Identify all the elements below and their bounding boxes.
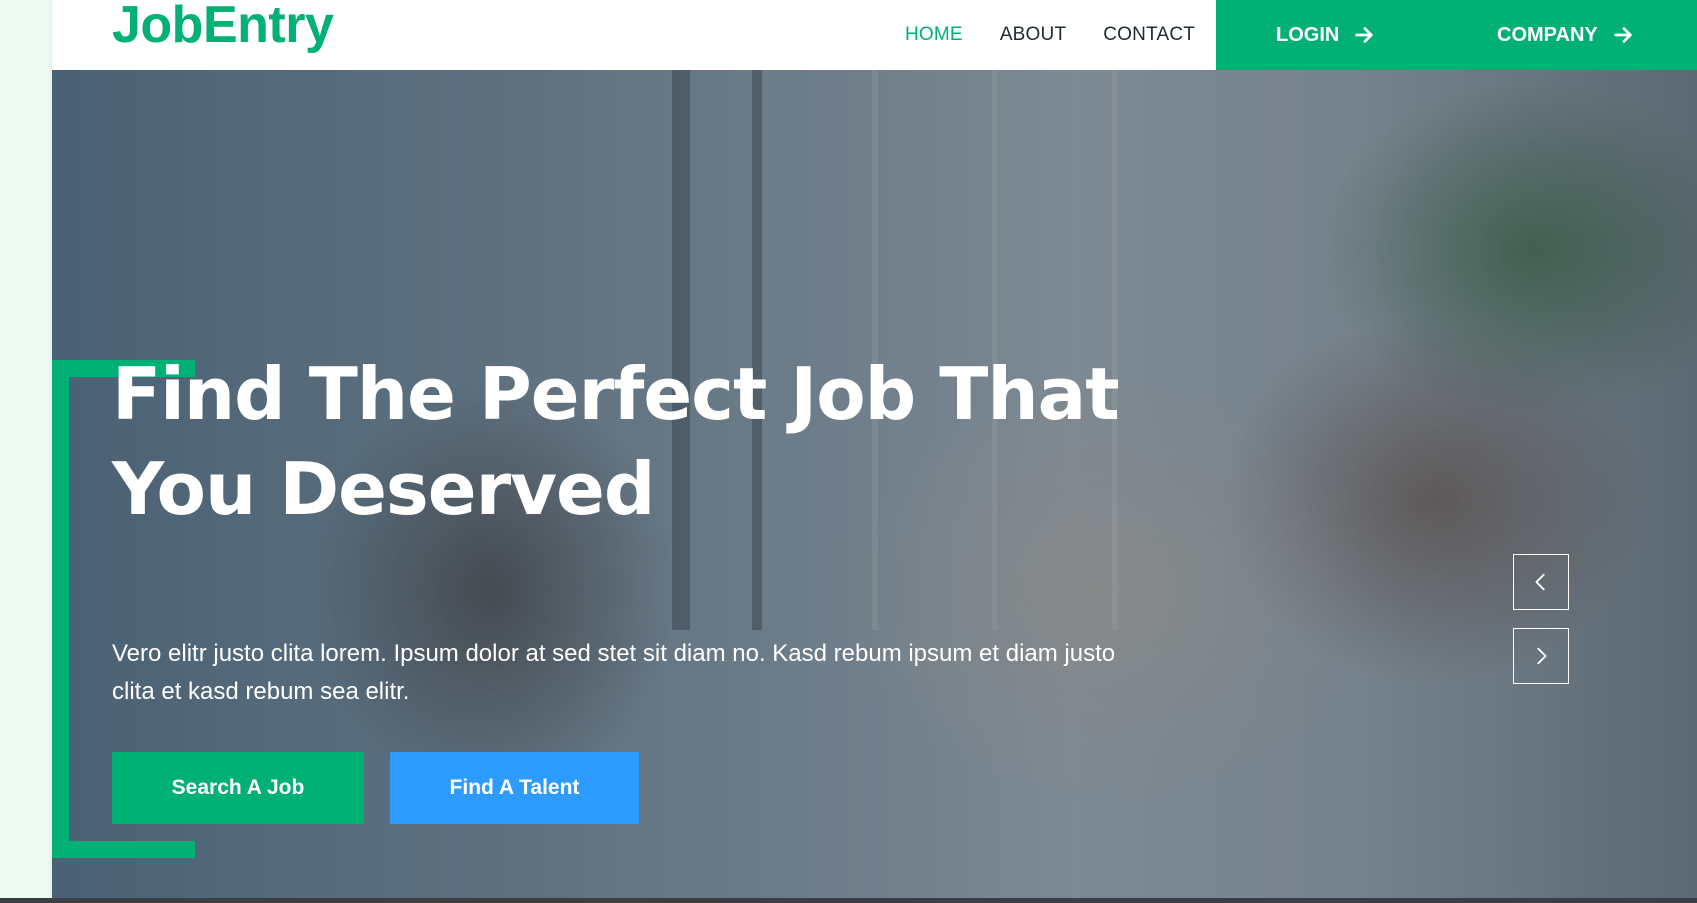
nav-link-about[interactable]: ABOUT bbox=[1000, 24, 1066, 46]
login-label: LOGIN bbox=[1276, 23, 1340, 46]
nav-link-home[interactable]: HOME bbox=[905, 24, 963, 46]
page: JobEntry HOME ABOUT CONTACT LOGIN COMPAN… bbox=[52, 0, 1697, 898]
hero-title-line2: You Deserved bbox=[112, 447, 655, 531]
carousel-prev-button[interactable] bbox=[1513, 554, 1569, 610]
carousel-next-button[interactable] bbox=[1513, 628, 1569, 684]
hero-description: Vero elitr justo clita lorem. Ipsum dolo… bbox=[112, 640, 1116, 705]
nav-links: HOME ABOUT CONTACT bbox=[905, 0, 1195, 70]
chevron-left-icon bbox=[1535, 573, 1545, 591]
nav-link-contact[interactable]: CONTACT bbox=[1103, 24, 1195, 46]
arrow-right-icon bbox=[1614, 27, 1632, 43]
hero-title-line1: Find The Perfect Job That bbox=[112, 352, 1120, 436]
login-button[interactable]: LOGIN bbox=[1276, 0, 1375, 70]
chevron-right-icon bbox=[1537, 647, 1547, 665]
find-talent-button[interactable]: Find A Talent bbox=[390, 752, 639, 824]
company-button[interactable]: COMPANY bbox=[1497, 0, 1634, 70]
navbar: JobEntry HOME ABOUT CONTACT LOGIN COMPAN… bbox=[52, 0, 1697, 70]
hero-title: Find The Perfect Job That You Deserved bbox=[112, 347, 1162, 537]
search-job-button[interactable]: Search A Job bbox=[112, 752, 364, 824]
nav-cta-bar: LOGIN COMPANY bbox=[1216, 0, 1697, 70]
bottom-edge bbox=[0, 898, 1697, 903]
brand-logo[interactable]: JobEntry bbox=[112, 0, 334, 55]
arrow-right-icon bbox=[1355, 27, 1374, 43]
company-label: COMPANY bbox=[1497, 23, 1598, 46]
